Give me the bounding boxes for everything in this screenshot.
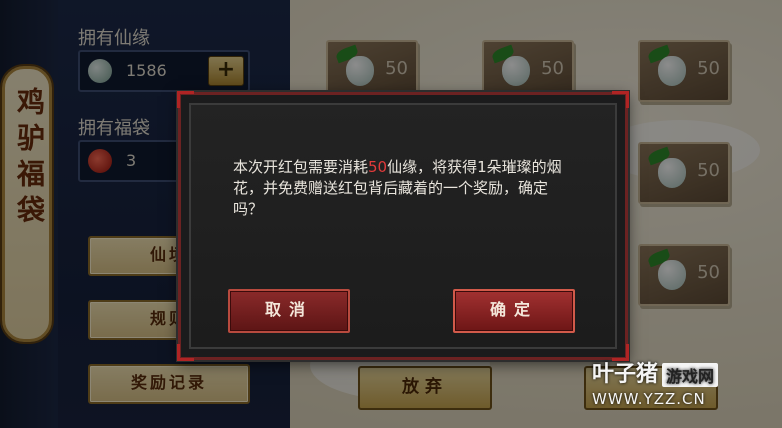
watermark-url: WWW.YZZ.CN	[592, 390, 706, 408]
confirm-dialog: 本次开红包需要消耗50仙缘，将获得1朵璀璨的烟花，并免费赠送红包背后藏着的一个奖…	[177, 91, 629, 361]
ok-button[interactable]: 确定	[453, 289, 575, 333]
site-watermark: 叶子猪 游戏网 WWW.YZZ.CN	[592, 356, 742, 420]
dialog-message: 本次开红包需要消耗50仙缘，将获得1朵璀璨的烟花，并免费赠送红包背后藏着的一个奖…	[233, 157, 573, 220]
watermark-tag: 游戏网	[662, 363, 719, 387]
message-part: 本次开红包需要消耗	[233, 158, 369, 176]
cancel-button[interactable]: 取消	[228, 289, 350, 333]
cost-highlight: 50	[368, 158, 388, 176]
watermark-brand: 叶子猪	[592, 362, 659, 387]
